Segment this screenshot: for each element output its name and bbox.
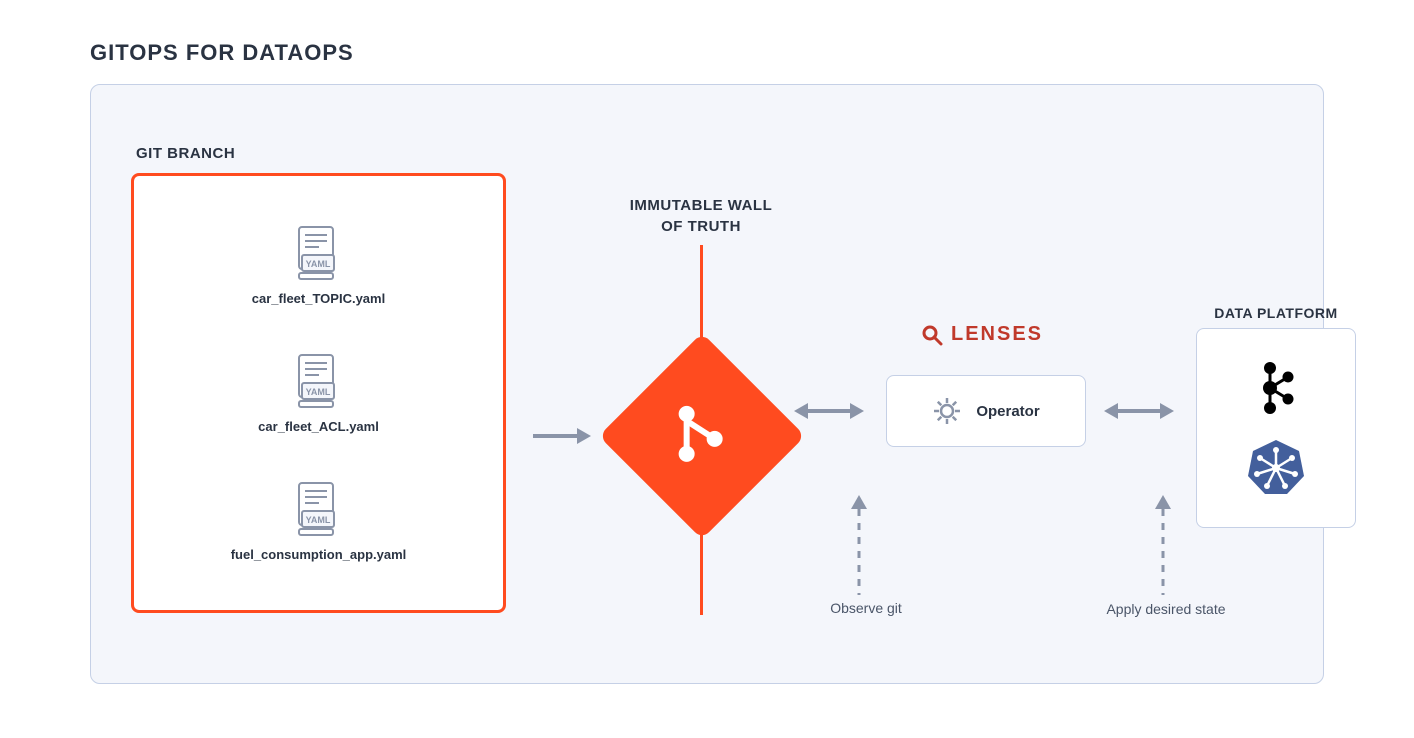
- diagram-title: GITOPS FOR DATAOPS: [90, 40, 1324, 66]
- lenses-brand: LENSES: [921, 323, 1043, 346]
- observe-git-label: Observe git: [791, 600, 941, 616]
- kubernetes-icon: [1245, 436, 1307, 498]
- diagram-canvas: GIT BRANCH YAML car_fleet_TOPIC.yaml YAM…: [90, 84, 1324, 684]
- data-platform-container: [1196, 328, 1356, 528]
- immutable-wall-label: IMMUTABLE WALL OF TRUTH: [591, 195, 811, 237]
- yaml-icon: YAML: [295, 481, 341, 537]
- git-branch-container: YAML car_fleet_TOPIC.yaml YAML car_fleet…: [131, 173, 506, 613]
- operator-box: Operator: [886, 375, 1086, 447]
- yaml-filename: car_fleet_TOPIC.yaml: [252, 291, 385, 306]
- lenses-brand-text: LENSES: [951, 323, 1043, 346]
- yaml-file-item: YAML car_fleet_ACL.yaml: [258, 353, 379, 434]
- kafka-icon: [1256, 358, 1296, 418]
- yaml-badge-text: YAML: [306, 259, 331, 269]
- wall-label-line2: OF TRUTH: [661, 218, 741, 235]
- git-logo-diamond: [599, 333, 805, 539]
- apply-state-label: Apply desired state: [1081, 600, 1251, 620]
- dashed-arrow-up-icon: [1153, 495, 1173, 585]
- lenses-logo-icon: [921, 324, 943, 346]
- arrow-bidirectional-icon: [1104, 399, 1174, 423]
- yaml-filename: car_fleet_ACL.yaml: [258, 419, 379, 434]
- yaml-file-item: YAML fuel_consumption_app.yaml: [231, 481, 407, 562]
- yaml-icon: YAML: [295, 353, 341, 409]
- svg-text:YAML: YAML: [306, 387, 331, 397]
- yaml-file-item: YAML car_fleet_TOPIC.yaml: [252, 225, 385, 306]
- wall-label-line1: IMMUTABLE WALL: [630, 197, 773, 214]
- arrow-right-icon: [531, 424, 591, 448]
- yaml-icon: YAML: [295, 225, 341, 281]
- data-platform-heading: DATA PLATFORM: [1196, 305, 1356, 321]
- git-branch-heading: GIT BRANCH: [136, 145, 235, 162]
- dashed-arrow-up-icon: [849, 495, 869, 585]
- arrow-bidirectional-icon: [794, 399, 864, 423]
- operator-label: Operator: [976, 403, 1039, 420]
- git-logo-icon: [667, 399, 737, 474]
- svg-text:YAML: YAML: [306, 515, 331, 525]
- gear-icon: [932, 396, 962, 426]
- yaml-filename: fuel_consumption_app.yaml: [231, 547, 407, 562]
